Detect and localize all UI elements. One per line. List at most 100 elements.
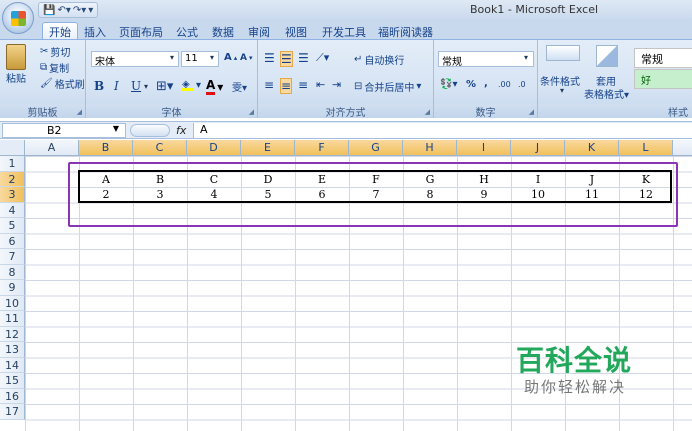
name-box[interactable]: B2 ▼	[2, 123, 126, 138]
alignment-group-label: 对齐方式	[258, 104, 433, 119]
format-painter-label: 格式刷	[54, 80, 85, 91]
row-header-17[interactable]: 17	[0, 404, 25, 420]
copy-label: 复制	[49, 64, 70, 75]
cut-button[interactable]: ✂ 剪切	[40, 44, 70, 59]
quick-access-toolbar: 💾 ↶▾ ↷▾ ▾	[38, 2, 99, 18]
column-header-i[interactable]: I	[457, 140, 511, 156]
row-header-12[interactable]: 12	[0, 326, 25, 342]
row-header-9[interactable]: 9	[0, 280, 25, 296]
shrink-font-button[interactable]: A ▾	[240, 53, 252, 63]
font-color-icon[interactable]: A ▾	[206, 78, 223, 95]
tab-insert[interactable]: 插入	[84, 22, 106, 39]
tab-data[interactable]: 数据	[212, 22, 234, 39]
align-center-icon[interactable]: ≡	[280, 78, 293, 94]
tab-view[interactable]: 视图	[285, 22, 307, 39]
currency-icon[interactable]: 💱▾	[440, 79, 457, 90]
align-middle-icon[interactable]: ☰	[280, 51, 293, 67]
decrease-indent-icon[interactable]: ⇤	[316, 78, 325, 91]
style-normal[interactable]: 常规	[634, 48, 692, 68]
row-header-16[interactable]: 16	[0, 388, 25, 404]
tab-home[interactable]: 开始	[42, 22, 78, 39]
row-header-4[interactable]: 4	[0, 202, 25, 218]
column-header-g[interactable]: G	[349, 140, 403, 156]
row-header-2[interactable]: 2	[0, 171, 25, 187]
chevron-down-icon: ▾	[210, 53, 215, 62]
dialog-launcher-icon[interactable]: ◢	[529, 108, 534, 116]
clipboard-group: 粘贴 ✂ 剪切 ⧉ 复制 🖌 格式刷 剪贴板 ◢	[0, 40, 86, 119]
column-header-k[interactable]: K	[565, 140, 619, 156]
merge-center-button[interactable]: ⊟ 合并后居中 ▾	[354, 79, 421, 94]
row-header-5[interactable]: 5	[0, 218, 25, 234]
borders-icon[interactable]: ⊞▾	[156, 79, 173, 94]
orientation-icon[interactable]: ⟋▾	[316, 51, 329, 65]
tab-review[interactable]: 审阅	[248, 22, 270, 39]
copy-button[interactable]: ⧉ 复制	[40, 60, 69, 75]
row-header-11[interactable]: 11	[0, 311, 25, 327]
save-icon[interactable]: 💾	[43, 5, 55, 16]
align-right-icon[interactable]: ≡	[298, 78, 308, 92]
column-header-f[interactable]: F	[295, 140, 349, 156]
redo-icon[interactable]: ↷▾	[73, 5, 86, 16]
styles-group: 条件格式 ▾ 套用 表格格式▾ 常规 好 样式	[538, 40, 692, 119]
comma-button[interactable]: ,	[484, 78, 488, 89]
increase-indent-icon[interactable]: ⇥	[332, 78, 341, 91]
bold-button[interactable]: B	[94, 79, 104, 93]
row-header-13[interactable]: 13	[0, 342, 25, 358]
underline-button[interactable]: U	[131, 79, 141, 93]
scissors-icon: ✂	[40, 46, 49, 57]
chevron-down-icon: ▾	[560, 86, 565, 95]
insert-function-icon[interactable]: fx	[176, 124, 186, 137]
tab-developer[interactable]: 开发工具	[322, 22, 366, 39]
column-header-j[interactable]: J	[511, 140, 565, 156]
tab-page-layout[interactable]: 页面布局	[119, 22, 163, 39]
dialog-launcher-icon[interactable]: ◢	[425, 108, 430, 116]
cut-label: 剪切	[50, 48, 71, 59]
grow-font-button[interactable]: A ▴	[224, 52, 237, 63]
office-button[interactable]	[2, 2, 34, 34]
copy-icon: ⧉	[40, 62, 48, 73]
row-header-6[interactable]: 6	[0, 233, 25, 249]
formula-input[interactable]: A	[193, 123, 692, 138]
column-header-a[interactable]: A	[25, 140, 79, 156]
fill-color-icon[interactable]: ◈ ▾	[182, 79, 201, 91]
chevron-down-icon: ▾	[524, 53, 529, 62]
number-group: 常规 ▾ 💱▾ % , .00 .0 数字 ◢	[434, 40, 538, 119]
align-bottom-icon[interactable]: ☰	[298, 51, 309, 65]
row-header-15[interactable]: 15	[0, 373, 25, 389]
formula-splitter[interactable]	[130, 124, 170, 137]
row-header-3[interactable]: 3	[0, 187, 25, 203]
column-header-c[interactable]: C	[133, 140, 187, 156]
column-header-d[interactable]: D	[187, 140, 241, 156]
align-top-icon[interactable]: ☰	[264, 51, 275, 65]
increase-decimal-button[interactable]: .00	[498, 80, 511, 89]
column-header-h[interactable]: H	[403, 140, 457, 156]
style-good[interactable]: 好	[634, 69, 692, 89]
wrap-text-button[interactable]: ↵ 自动换行	[354, 52, 404, 67]
dialog-launcher-icon[interactable]: ◢	[77, 108, 82, 116]
dialog-launcher-icon[interactable]: ◢	[249, 108, 254, 116]
column-header-b[interactable]: B	[79, 140, 133, 156]
column-header-l[interactable]: L	[619, 140, 673, 156]
phonetic-icon[interactable]: 雯▾	[232, 79, 247, 94]
decrease-decimal-button[interactable]: .0	[518, 80, 526, 89]
format-painter-button[interactable]: 🖌 格式刷	[40, 76, 85, 91]
customize-qat-icon[interactable]: ▾	[88, 5, 93, 16]
row-header-1[interactable]: 1	[0, 156, 25, 172]
number-format-select[interactable]: 常规	[438, 51, 534, 68]
italic-button[interactable]: I	[114, 79, 119, 93]
align-left-icon[interactable]: ≡	[264, 78, 274, 92]
clipboard-group-label: 剪贴板	[0, 104, 85, 119]
font-name-select[interactable]: 宋体	[91, 51, 179, 68]
row-header-7[interactable]: 7	[0, 249, 25, 265]
undo-icon[interactable]: ↶▾	[57, 5, 70, 16]
select-all-button[interactable]	[0, 140, 25, 156]
format-as-table-label[interactable]: 表格格式▾	[584, 86, 629, 101]
tab-foxit-reader[interactable]: 福昕阅读器	[378, 22, 433, 39]
column-header-e[interactable]: E	[241, 140, 295, 156]
row-header-14[interactable]: 14	[0, 357, 25, 373]
percent-button[interactable]: %	[466, 79, 476, 90]
row-header-8[interactable]: 8	[0, 264, 25, 280]
tab-formulas[interactable]: 公式	[176, 22, 198, 39]
paste-button[interactable]: 粘贴	[6, 44, 26, 85]
row-header-10[interactable]: 10	[0, 295, 25, 311]
